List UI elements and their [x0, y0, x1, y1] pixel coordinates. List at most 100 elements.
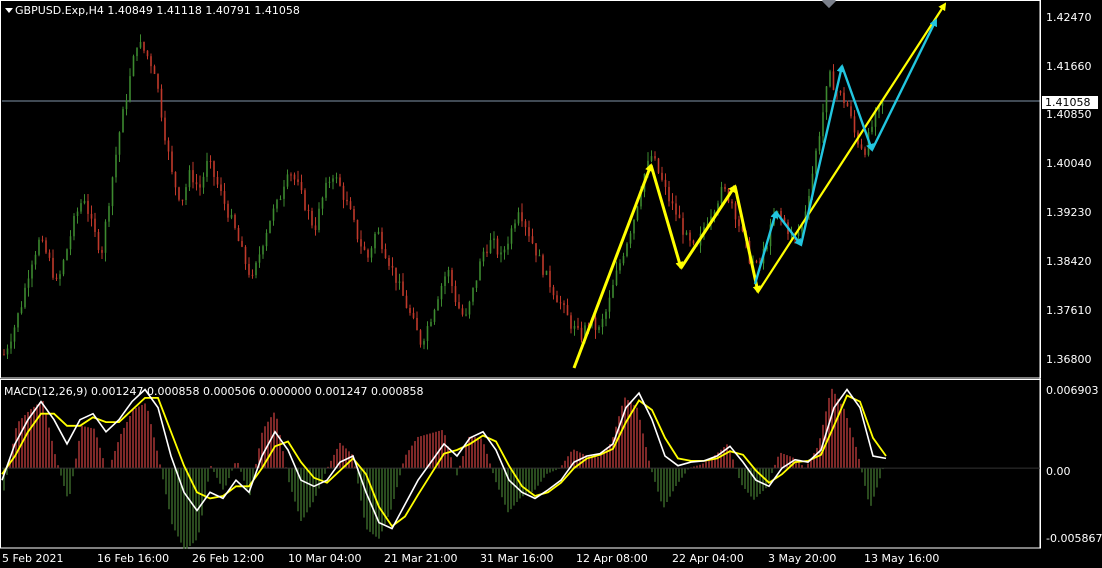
candle-body: [48, 252, 51, 258]
candle-body: [454, 286, 457, 303]
wave-arrow: [799, 64, 845, 246]
candle-body: [27, 278, 30, 288]
candle-body: [272, 208, 275, 221]
candle-body: [297, 179, 299, 182]
candle-body: [605, 311, 607, 319]
candle-body: [552, 287, 555, 296]
candle-body: [472, 287, 474, 302]
candle-body: [31, 264, 33, 279]
candle-body: [419, 330, 422, 345]
candle-body: [374, 233, 376, 249]
candle-body: [251, 274, 254, 276]
candle-body: [360, 239, 362, 247]
candle-body: [216, 176, 219, 185]
candle-body: [622, 256, 625, 264]
candle-body: [118, 132, 121, 155]
candle-body: [489, 240, 492, 254]
candle-body: [738, 219, 740, 227]
chart-canvas[interactable]: [0, 0, 1102, 568]
candle-body: [668, 186, 670, 202]
candle-body: [458, 302, 460, 309]
candle-body: [45, 240, 47, 253]
macd-signal-line: [1, 394, 887, 528]
candle-body: [846, 103, 849, 107]
candle-body: [52, 257, 54, 278]
candle-body: [129, 76, 131, 101]
candle-body: [832, 71, 835, 91]
candle-body: [230, 214, 233, 218]
candle-body: [535, 243, 537, 256]
candle-body: [430, 321, 432, 327]
candle-body: [90, 213, 93, 219]
trend-arrow: [733, 185, 761, 294]
candle-body: [346, 199, 348, 202]
candle-body: [3, 354, 5, 356]
candle-body: [202, 176, 205, 188]
candle-body: [38, 239, 40, 255]
candle-body: [542, 255, 544, 275]
candle-body: [503, 249, 506, 253]
candle-body: [318, 208, 320, 231]
candle-body: [395, 267, 397, 283]
candle-body: [468, 301, 471, 315]
candle-body: [24, 287, 26, 308]
trend-arrow: [757, 2, 947, 293]
candle-body: [339, 177, 341, 186]
candle-body: [689, 232, 691, 241]
candle-body: [101, 249, 103, 253]
current-price-label: 1.41058: [1042, 96, 1098, 109]
time-tick: 3 May 20:00: [768, 552, 837, 565]
candle-body: [675, 203, 677, 215]
price-tick: 1.37610: [1046, 304, 1092, 317]
candle-body: [636, 206, 639, 221]
price-panel-border: [0, 0, 1041, 379]
candle-body: [356, 219, 359, 240]
candle-body: [423, 340, 425, 345]
candle-body: [59, 274, 61, 279]
candle-body: [633, 220, 635, 234]
candle-body: [853, 116, 856, 133]
candle-body: [286, 174, 289, 187]
candle-body: [493, 238, 495, 241]
candle-body: [262, 246, 264, 255]
candle-body: [349, 201, 352, 210]
candle-body: [500, 252, 502, 255]
time-tick: 16 Feb 16:00: [97, 552, 170, 565]
candle-body: [545, 270, 548, 275]
candle-body: [283, 186, 285, 199]
candle-body: [829, 71, 831, 87]
candle-body: [626, 243, 628, 257]
wave-arrow: [840, 65, 874, 152]
wave-arrow: [870, 18, 938, 151]
candle-body: [66, 249, 68, 261]
candle-body: [391, 265, 394, 268]
candle-body: [97, 231, 100, 250]
time-tick: 5 Feb 2021: [2, 552, 64, 565]
candle-body: [367, 249, 369, 258]
candle-body: [13, 327, 16, 342]
macd-histogram: [2, 388, 1040, 549]
candle-body: [381, 231, 383, 250]
candle-body: [594, 317, 597, 330]
wave-arrow: [753, 210, 779, 285]
candle-body: [531, 236, 534, 244]
price-candles: [3, 34, 884, 359]
candle-body: [328, 181, 331, 183]
candle-body: [486, 251, 488, 254]
time-tick: 12 Apr 08:00: [576, 552, 648, 565]
candle-body: [507, 243, 509, 250]
trend-arrow: [572, 163, 653, 369]
symbol-menu-icon[interactable]: [5, 8, 13, 13]
candle-body: [608, 297, 611, 312]
candle-body: [370, 248, 373, 258]
candle-body: [17, 313, 19, 328]
candle-body: [342, 185, 345, 200]
indicator-lines: [1, 388, 887, 530]
candle-body: [62, 260, 65, 275]
candle-body: [619, 263, 621, 271]
candle-body: [577, 325, 579, 328]
candle-body: [402, 281, 404, 296]
candle-body: [6, 348, 9, 355]
candle-body: [538, 255, 541, 257]
candle-body: [860, 144, 863, 149]
